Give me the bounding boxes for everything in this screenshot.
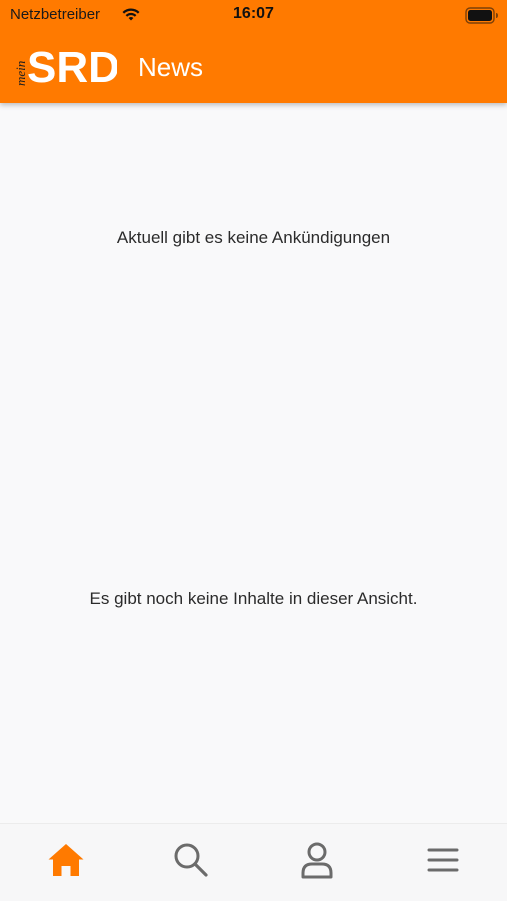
menu-icon [427, 848, 459, 872]
tab-home[interactable] [46, 840, 86, 880]
tab-profile[interactable] [297, 840, 337, 880]
empty-content-message: Es gibt noch keine Inhalte in dieser Ans… [89, 589, 418, 608]
app-header: Netzbetreiber 16:07 mein SRD News [0, 0, 507, 103]
logo-letters-text: SRD [27, 43, 117, 88]
empty-announcements-message: Aktuell gibt es keine Ankündigungen [116, 228, 391, 247]
logo-prefix-text: mein [13, 61, 28, 86]
app-logo: mein SRD [13, 43, 117, 88]
tab-search[interactable] [171, 840, 211, 880]
tab-bar [0, 823, 507, 901]
battery-icon [465, 7, 498, 24]
home-icon [48, 844, 84, 876]
profile-icon [301, 842, 333, 879]
status-bar: Netzbetreiber 16:07 [0, 0, 507, 30]
status-time: 16:07 [233, 5, 274, 22]
page-title: News [138, 52, 204, 82]
search-icon [174, 843, 208, 877]
tab-menu[interactable] [423, 840, 463, 880]
